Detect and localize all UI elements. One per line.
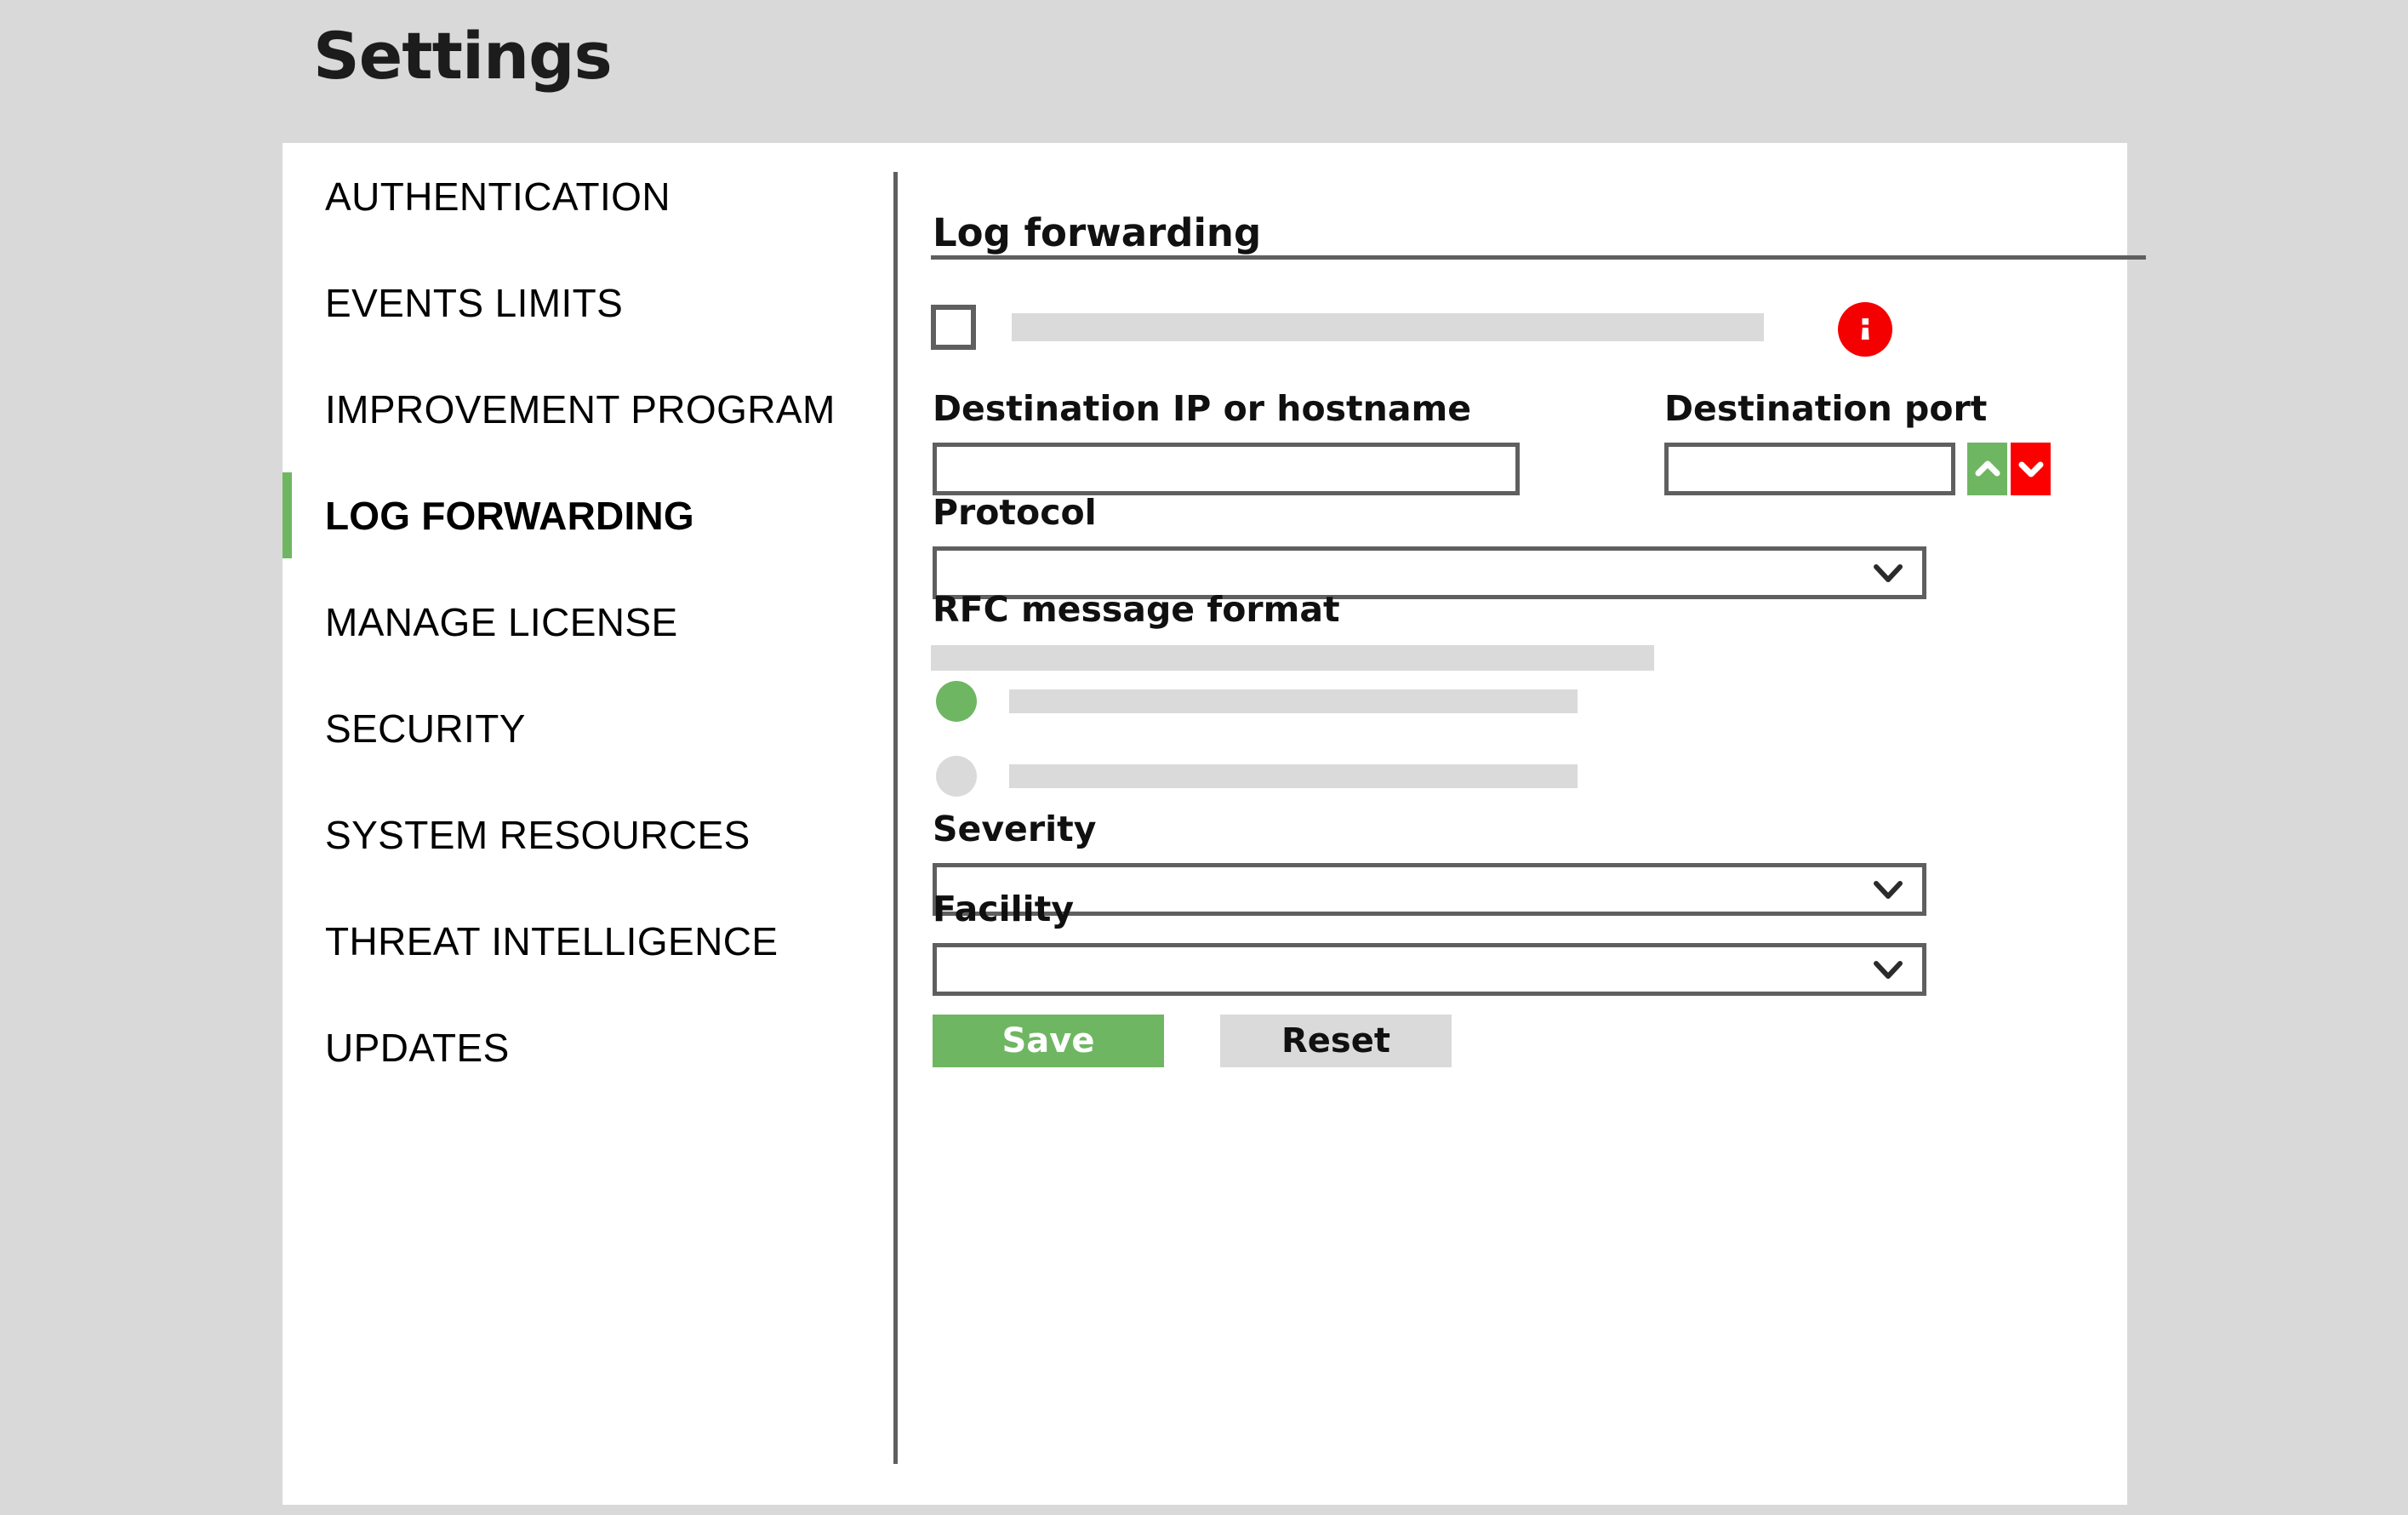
rfc-option-row[interactable]: [936, 756, 1578, 797]
chevron-down-icon: [1874, 881, 1903, 899]
sidebar-item-label: AUTHENTICATION: [325, 174, 670, 219]
rfc-option-row[interactable]: [936, 681, 1578, 722]
enable-log-forwarding-row: [931, 301, 1892, 357]
sidebar-item-label: EVENTS LIMITS: [325, 280, 624, 325]
info-icon[interactable]: [1838, 302, 1892, 357]
destination-port-input[interactable]: [1664, 443, 1955, 495]
severity-select[interactable]: [933, 863, 1926, 916]
chevron-down-icon: [2018, 461, 2043, 477]
log-forwarding-panel: Log forwarding Destination IP or hostnam…: [893, 143, 2146, 1505]
chevron-down-icon: [1874, 564, 1903, 582]
sidebar-item-label: IMPROVEMENT PROGRAM: [325, 386, 836, 432]
sidebar-item-label: SECURITY: [325, 706, 526, 751]
sidebar-item-label: THREAT INTELLIGENCE: [325, 918, 779, 963]
vertical-divider: [893, 172, 898, 1464]
destination-port-decrement-button[interactable]: [2011, 443, 2051, 495]
reset-button[interactable]: Reset: [1220, 1015, 1452, 1067]
sidebar-item-authentication[interactable]: AUTHENTICATION: [282, 143, 893, 249]
facility-label: Facility: [933, 889, 1075, 929]
settings-card: AUTHENTICATION EVENTS LIMITS IMPROVEMENT…: [282, 143, 2146, 1505]
rfc-message-format-label: RFC message format: [933, 589, 1340, 630]
sidebar-item-label: MANAGE LICENSE: [325, 599, 678, 644]
rfc-option-label-redacted: [1009, 689, 1578, 713]
save-button[interactable]: Save: [933, 1015, 1164, 1067]
sidebar-item-manage-license[interactable]: MANAGE LICENSE: [282, 569, 893, 675]
destination-ip-input[interactable]: [933, 443, 1520, 495]
chevron-up-icon: [1975, 460, 2000, 477]
section-divider: [931, 255, 2146, 260]
rfc-option-radio-selected[interactable]: [936, 681, 977, 722]
destination-ip-label: Destination IP or hostname: [933, 388, 1472, 429]
sidebar-item-threat-intelligence[interactable]: THREAT INTELLIGENCE: [282, 888, 893, 994]
settings-sidebar: AUTHENTICATION EVENTS LIMITS IMPROVEMENT…: [282, 143, 893, 1505]
destination-port-increment-button[interactable]: [1967, 443, 2007, 495]
facility-select[interactable]: [933, 943, 1926, 996]
rfc-option-radio-unselected[interactable]: [936, 756, 977, 797]
rfc-option-label-redacted: [1009, 764, 1578, 788]
sidebar-item-label: SYSTEM RESOURCES: [325, 812, 750, 857]
chevron-down-icon: [1874, 961, 1903, 979]
section-title: Log forwarding: [933, 210, 1262, 256]
sidebar-item-log-forwarding[interactable]: LOG FORWARDING: [282, 462, 893, 569]
sidebar-item-updates[interactable]: UPDATES: [282, 994, 893, 1101]
sidebar-item-label: UPDATES: [325, 1025, 510, 1070]
sidebar-item-security[interactable]: SECURITY: [282, 675, 893, 781]
sidebar-item-improvement-program[interactable]: IMPROVEMENT PROGRAM: [282, 356, 893, 462]
destination-port-label: Destination port: [1664, 388, 1988, 429]
enable-log-forwarding-checkbox[interactable]: [931, 304, 976, 350]
severity-label: Severity: [933, 809, 1097, 849]
page-title: Settings: [313, 18, 613, 94]
active-indicator-bar: [282, 472, 292, 558]
enable-label-redacted: [1012, 312, 1764, 341]
rfc-description-redacted: [931, 645, 1654, 671]
sidebar-item-system-resources[interactable]: SYSTEM RESOURCES: [282, 781, 893, 888]
protocol-label: Protocol: [933, 492, 1097, 533]
sidebar-item-events-limits[interactable]: EVENTS LIMITS: [282, 249, 893, 356]
sidebar-item-label: LOG FORWARDING: [325, 493, 694, 538]
